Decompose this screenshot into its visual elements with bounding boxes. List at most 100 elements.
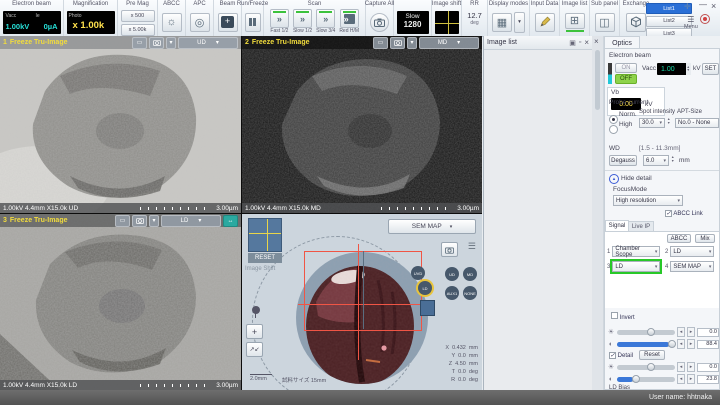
quadrant-2[interactable]: 2 Freeze Tru-Image ▭ ▾ MD▾ 1.00kV 4.4mm … — [242, 36, 482, 213]
decrement-arrow[interactable]: ◂ — [677, 339, 685, 349]
detail-brightness-slider[interactable] — [617, 365, 675, 370]
signal-1-dropdown[interactable]: Chamber Scope▾ — [612, 246, 660, 257]
run-freeze-button[interactable] — [245, 13, 261, 32]
header-more-dropdown[interactable]: ▾ — [149, 215, 159, 227]
hide-detail-link[interactable]: Hide detail — [621, 175, 652, 182]
increment-arrow[interactable]: ▸ — [687, 362, 695, 372]
optics-scrollbar[interactable] — [595, 50, 600, 110]
input-data-button[interactable] — [535, 13, 555, 32]
minimize-button[interactable]: — — [699, 0, 707, 9]
display-modes-button[interactable]: ▦ — [492, 13, 512, 32]
exchange-button[interactable] — [626, 13, 646, 32]
degauss-button[interactable]: Degauss — [609, 155, 637, 166]
scan-slow-half-button[interactable]: » — [293, 9, 312, 28]
pre-mag-5k-button[interactable]: x 5.00k — [121, 24, 155, 36]
decrement-arrow[interactable]: ◂ — [677, 327, 685, 337]
beam-button[interactable]: + — [218, 13, 238, 32]
close-optics-icon[interactable]: × — [594, 37, 599, 46]
decrement-arrow[interactable]: ◂ — [677, 362, 685, 372]
increment-arrow[interactable]: ▸ — [687, 327, 695, 337]
quadrant-4-sem-map[interactable]: RESET Image Shift SEM MAP ▾ ☰ UVD LD UD … — [242, 214, 482, 390]
detector-ld-button[interactable]: LD — [418, 281, 432, 295]
chevron-down-icon: ▾ — [659, 120, 662, 126]
detector-none-button[interactable]: NONE — [463, 286, 477, 300]
ht-on-button[interactable]: ON — [615, 63, 637, 73]
apt-size-dropdown[interactable]: No.0 - None — [675, 118, 719, 128]
pre-mag-500-button[interactable]: x 500 — [121, 10, 155, 22]
detail-checkbox[interactable]: ✓ Detail — [609, 352, 633, 359]
signal-2-dropdown[interactable]: LD▾ — [670, 246, 714, 257]
probe-high-radio[interactable] — [609, 121, 618, 139]
quadrant-3[interactable]: 3 Freeze Tru-Image ▭ ▾ LD▾ ↔ 1.00kV 4.4m… — [0, 214, 241, 390]
detector-md-button[interactable]: MD — [463, 267, 477, 281]
signal-4-dropdown[interactable]: SEM MAP▾ — [670, 261, 714, 272]
detail-contrast-slider[interactable] — [617, 377, 675, 382]
menu-control[interactable]: ☰ Menu — [684, 16, 698, 30]
capture-button[interactable] — [132, 215, 147, 227]
increment-arrow[interactable]: ▸ — [687, 374, 695, 384]
dock-panel-icon[interactable]: ▣ — [569, 39, 576, 47]
spot-spinner[interactable]: ▲▼ — [667, 118, 670, 125]
mix-button[interactable]: Mix — [695, 234, 715, 243]
set-button[interactable]: SET — [702, 63, 719, 75]
live-view-button[interactable]: ▭ — [132, 37, 147, 49]
abcc-link-checkbox[interactable]: ✓ ABCC Link — [665, 210, 703, 217]
detector-ud-button[interactable]: UD — [445, 267, 459, 281]
capture-button[interactable] — [390, 37, 405, 49]
chamber-camera-button[interactable] — [441, 242, 458, 257]
quadrant-1[interactable]: 1 Freeze Tru-Image ▭ ▾ UD▾ 1.00kV 4.4mm … — [0, 36, 241, 213]
signal-3-dropdown[interactable]: LD▾ — [612, 261, 660, 272]
ht-off-button[interactable]: OFF — [615, 74, 637, 84]
move-window-icon[interactable]: ✛ — [684, 2, 691, 11]
capture-all-button[interactable] — [370, 13, 389, 32]
vacc-display[interactable]: 1.00 ▲▼ — [657, 63, 691, 75]
scan-red-hm-button[interactable]: » — [340, 9, 359, 28]
apc-button[interactable]: ◎ — [190, 13, 210, 32]
sub-panel-button[interactable]: ◫ — [595, 13, 615, 32]
invert-checkbox[interactable]: Invert — [611, 312, 635, 321]
image-shift-widget[interactable] — [435, 11, 459, 34]
close-panel-icon[interactable]: × — [584, 38, 589, 47]
pin-marker-icon[interactable] — [252, 306, 260, 314]
detector-select[interactable]: LD▾ — [161, 215, 221, 227]
expand-view-button[interactable]: ↗↙ — [246, 342, 263, 357]
abcc-signal-button[interactable]: ABCC — [667, 234, 691, 243]
wd-dropdown[interactable]: 6.0▾ — [643, 155, 669, 166]
collapse-icon[interactable]: ▴ — [609, 174, 619, 184]
detail-reset-button[interactable]: Reset — [639, 350, 665, 360]
exchange-signal-icon[interactable]: ↔ — [223, 215, 238, 227]
display-modes-dropdown[interactable]: ▾ — [514, 12, 525, 33]
detector-aux1-button[interactable]: AUX1 — [445, 286, 459, 300]
detector-select[interactable]: MD▾ — [419, 37, 479, 49]
image-shift-reset-button[interactable]: RESET — [248, 253, 282, 263]
abcc-button[interactable]: ☼ — [162, 13, 182, 32]
sem-map-dropdown[interactable]: SEM MAP ▾ — [388, 219, 476, 234]
quadrant-3-info-bar: 1.00kV 4.4mm X15.0k LD 3.00µm — [0, 380, 241, 390]
image-list-button[interactable]: ⊞ — [565, 13, 585, 29]
detector-select[interactable]: UD▾ — [178, 37, 238, 49]
header-more-dropdown[interactable]: ▾ — [407, 37, 417, 49]
decrement-arrow[interactable]: ◂ — [677, 374, 685, 384]
brightness-slider[interactable] — [617, 330, 675, 335]
zoom-in-button[interactable]: + — [246, 324, 263, 339]
scan-slow-34-button[interactable]: » — [316, 9, 335, 28]
record-button[interactable] — [700, 14, 710, 24]
close-button[interactable]: × — [711, 1, 716, 11]
contrast-slider[interactable] — [617, 342, 675, 347]
increment-arrow[interactable]: ▸ — [687, 339, 695, 349]
spot-intensity-dropdown[interactable]: 30.0▾ — [639, 118, 665, 128]
chamber-menu-icon[interactable]: ☰ — [468, 241, 476, 252]
spinner-icon[interactable]: ▲▼ — [686, 63, 691, 75]
capture-button[interactable] — [149, 37, 164, 49]
float-panel-icon[interactable]: ▫ — [579, 39, 581, 46]
live-view-button[interactable]: ▭ — [373, 37, 388, 49]
image-shift-pad[interactable] — [248, 218, 282, 252]
wd-spinner[interactable]: ▲▼ — [671, 156, 674, 163]
vacc-label: Vacc — [642, 65, 656, 72]
header-more-dropdown[interactable]: ▾ — [166, 37, 176, 49]
scan-fast-half-button[interactable]: » — [270, 9, 289, 28]
detector-uvd-button[interactable]: UVD — [411, 266, 425, 280]
focus-mode-dropdown[interactable]: High resolution▾ — [613, 195, 683, 206]
image-display-area: 1 Freeze Tru-Image ▭ ▾ UD▾ 1.00kV 4.4mm … — [0, 36, 482, 390]
live-view-button[interactable]: ▭ — [115, 215, 130, 227]
